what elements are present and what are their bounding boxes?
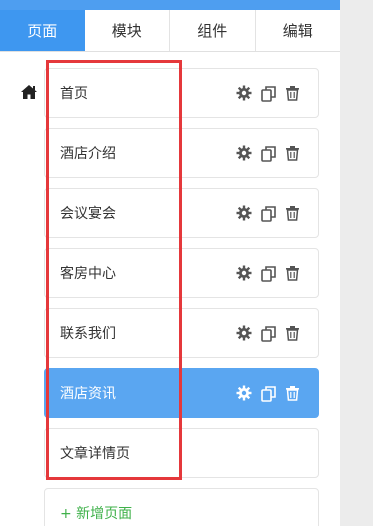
trash-icon[interactable] <box>283 264 301 282</box>
tab-modules[interactable]: 模块 <box>85 10 170 51</box>
trash-icon[interactable] <box>283 144 301 162</box>
trash-icon[interactable] <box>283 324 301 342</box>
page-item-label: 客房中心 <box>60 266 116 282</box>
page-item-label: 联系我们 <box>60 326 116 342</box>
copy-icon[interactable] <box>259 384 277 402</box>
page-item-article-detail[interactable]: 文章详情页 <box>44 428 319 478</box>
page-item-label: 酒店介绍 <box>60 146 116 162</box>
gear-icon[interactable] <box>235 144 253 162</box>
page-item-label: 文章详情页 <box>60 446 130 462</box>
page-item-label: 首页 <box>60 86 88 102</box>
page-item-home[interactable]: 首页 <box>44 68 319 118</box>
copy-icon[interactable] <box>259 324 277 342</box>
gear-icon[interactable] <box>235 84 253 102</box>
gear-icon[interactable] <box>235 324 253 342</box>
trash-icon[interactable] <box>283 84 301 102</box>
copy-icon[interactable] <box>259 204 277 222</box>
page-item-rooms[interactable]: 客房中心 <box>44 248 319 298</box>
page-item-label: 酒店资讯 <box>60 386 116 402</box>
gear-icon[interactable] <box>235 384 253 402</box>
tab-components[interactable]: 组件 <box>170 10 256 51</box>
copy-icon[interactable] <box>259 84 277 102</box>
gear-icon[interactable] <box>235 204 253 222</box>
tab-edit[interactable]: 编辑 <box>256 10 341 51</box>
panel-tabs: 页面 模块 组件 编辑 <box>0 10 340 52</box>
copy-icon[interactable] <box>259 264 277 282</box>
canvas-gutter <box>340 0 373 526</box>
home-icon[interactable] <box>20 84 38 100</box>
top-accent-strip <box>0 0 340 10</box>
add-page-button[interactable]: + 新增页面 <box>44 488 319 526</box>
page-item-contact[interactable]: 联系我们 <box>44 308 319 358</box>
trash-icon[interactable] <box>283 204 301 222</box>
page-item-hotel-news[interactable]: 酒店资讯 <box>44 368 319 418</box>
gear-icon[interactable] <box>235 264 253 282</box>
page-item-hotel-intro[interactable]: 酒店介绍 <box>44 128 319 178</box>
copy-icon[interactable] <box>259 144 277 162</box>
page-item-meetings[interactable]: 会议宴会 <box>44 188 319 238</box>
tab-pages[interactable]: 页面 <box>0 10 85 51</box>
page-item-label: 会议宴会 <box>60 206 116 222</box>
trash-icon[interactable] <box>283 384 301 402</box>
